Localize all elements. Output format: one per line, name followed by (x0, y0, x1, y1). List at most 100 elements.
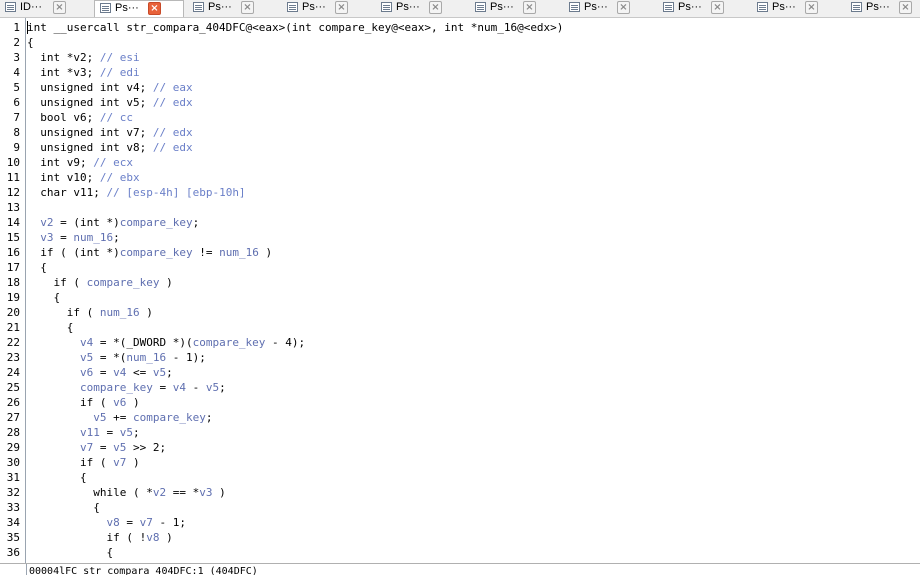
code-line[interactable]: 14 v2 = (int *)compare_key; (0, 215, 920, 230)
code-variable: v2 (40, 216, 54, 229)
code-line[interactable]: 31 { (0, 470, 920, 485)
code-text: v5 += compare_key; (27, 410, 212, 425)
code-line[interactable]: 11 int v10; // ebx (0, 170, 920, 185)
code-line[interactable]: 17 { (0, 260, 920, 275)
code-line[interactable]: 1 int __usercall str_compara_404DFC@<eax>… (0, 20, 920, 35)
code-variable: v5 (152, 366, 167, 379)
tab-0[interactable]: ID··· × (0, 0, 90, 16)
code-token: = (int *) (53, 216, 120, 229)
close-tab-icon[interactable]: × (241, 1, 254, 14)
code-line[interactable]: 29 v7 = v5 >> 2; (0, 440, 920, 455)
code-line[interactable]: 8 unsigned int v7; // edx (0, 125, 920, 140)
code-line[interactable]: 16 if ( (int *)compare_key != num_16 ) (0, 245, 920, 260)
close-tab-icon[interactable]: × (711, 1, 724, 14)
code-text: v7 = v5 >> 2; (27, 440, 166, 455)
code-line[interactable]: 24 v6 = v4 <= v5; (0, 365, 920, 380)
code-text: v2 = (int *)compare_key; (27, 215, 199, 230)
line-number: 19 (6, 291, 20, 304)
code-line[interactable]: 26 if ( v6 ) (0, 395, 920, 410)
tab-5[interactable]: Ps··· × (470, 0, 560, 16)
code-line[interactable]: 19 { (0, 290, 920, 305)
code-token: { (27, 321, 74, 334)
code-token: if ( ! (27, 531, 147, 544)
tab-1[interactable]: Ps··· × (94, 0, 184, 17)
code-text: while ( *v2 == *v3 ) (27, 485, 226, 500)
code-line[interactable]: 23 v5 = *(num_16 - 1); (0, 350, 920, 365)
code-text: if ( compare_key ) (27, 275, 172, 290)
tab-label: Ps··· (302, 1, 326, 13)
code-token: ) (126, 456, 140, 469)
line-number: 13 (6, 201, 20, 214)
code-line[interactable]: 35 if ( !v8 ) (0, 530, 920, 545)
code-line[interactable]: 25 compare_key = v4 - v5; (0, 380, 920, 395)
code-line[interactable]: 3 int *v2; // esi (0, 50, 920, 65)
code-text: { (27, 500, 100, 515)
close-tab-icon[interactable]: × (148, 2, 161, 15)
code-line[interactable]: 15 v3 = num_16; (0, 230, 920, 245)
code-variable: compare_key (119, 216, 193, 229)
code-token: - (185, 381, 206, 394)
code-text: unsigned int v4; // eax (27, 80, 192, 95)
tab-label: Ps··· (772, 1, 796, 13)
close-tab-icon[interactable]: × (429, 1, 442, 14)
code-text: v4 = *(_DWORD *)(compare_key - 4); (27, 335, 305, 350)
code-line[interactable]: 18 if ( compare_key ) (0, 275, 920, 290)
code-line[interactable]: 30 if ( v7 ) (0, 455, 920, 470)
code-text: unsigned int v7; // edx (27, 125, 192, 140)
tab-7[interactable]: Ps··· × (658, 0, 748, 16)
close-tab-icon[interactable]: × (335, 1, 348, 14)
code-line[interactable]: 4 int *v3; // edi (0, 65, 920, 80)
code-line[interactable]: 20 if ( num_16 ) (0, 305, 920, 320)
code-line[interactable]: 32 while ( *v2 == *v3 ) (0, 485, 920, 500)
code-line[interactable]: 7 bool v6; // cc (0, 110, 920, 125)
code-line[interactable]: 34 v8 = v7 - 1; (0, 515, 920, 530)
tab-6[interactable]: Ps··· × (564, 0, 654, 16)
close-tab-icon[interactable]: × (899, 1, 912, 14)
close-tab-icon[interactable]: × (617, 1, 630, 14)
code-line[interactable]: 28 v11 = v5; (0, 425, 920, 440)
tab-3[interactable]: Ps··· × (282, 0, 372, 16)
code-line[interactable]: 9 unsigned int v8; // edx (0, 140, 920, 155)
close-tab-icon[interactable]: × (523, 1, 536, 14)
code-comment: // esi (99, 51, 140, 64)
status-bar: 00004lFC str_compara_404DFC:1 (404DFC) (0, 563, 920, 575)
code-token: ) (159, 531, 173, 544)
code-line[interactable]: 13 (0, 200, 920, 215)
code-line[interactable]: 36 { (0, 545, 920, 560)
code-line[interactable]: 21 { (0, 320, 920, 335)
code-token: == * (166, 486, 200, 499)
code-line[interactable]: 22 v4 = *(_DWORD *)(compare_key - 4); (0, 335, 920, 350)
code-line[interactable]: 27 v5 += compare_key; (0, 410, 920, 425)
code-variable: compare_key (132, 411, 206, 424)
code-variable: v7 (113, 456, 127, 469)
code-line[interactable]: 2{ (0, 35, 920, 50)
tab-8[interactable]: Ps··· × (752, 0, 842, 16)
pseudocode-view[interactable]: 1 int __usercall str_compara_404DFC@<eax>… (0, 18, 920, 563)
line-number: 7 (13, 111, 20, 124)
code-variable: v7 (79, 441, 94, 454)
code-line[interactable]: 10 int v9; // ecx (0, 155, 920, 170)
tab-4[interactable]: Ps··· × (376, 0, 466, 16)
code-token: = (99, 426, 120, 439)
code-token: int __usercall str_compara_404DFC@<eax>(… (27, 21, 564, 34)
close-tab-icon[interactable]: × (53, 1, 66, 14)
code-text: compare_key = v4 - v5; (27, 380, 226, 395)
close-tab-icon[interactable]: × (805, 1, 818, 14)
tab-9[interactable]: Ps··· × (846, 0, 920, 16)
code-line[interactable]: 6 unsigned int v5; // edx (0, 95, 920, 110)
code-token: int *v3; (27, 66, 100, 79)
code-token: if ( (27, 276, 87, 289)
code-text: unsigned int v8; // edx (27, 140, 192, 155)
code-text: if ( v6 ) (27, 395, 140, 410)
code-line[interactable]: 33 { (0, 500, 920, 515)
code-line[interactable]: 5 unsigned int v4; // eax (0, 80, 920, 95)
code-comment: // [esp-4h] [ebp-10h] (106, 186, 246, 199)
code-line[interactable]: 12 char v11; // [esp-4h] [ebp-10h] (0, 185, 920, 200)
line-number: 8 (13, 126, 20, 139)
line-number: 34 (6, 516, 20, 529)
tab-2[interactable]: Ps··· × (188, 0, 278, 16)
